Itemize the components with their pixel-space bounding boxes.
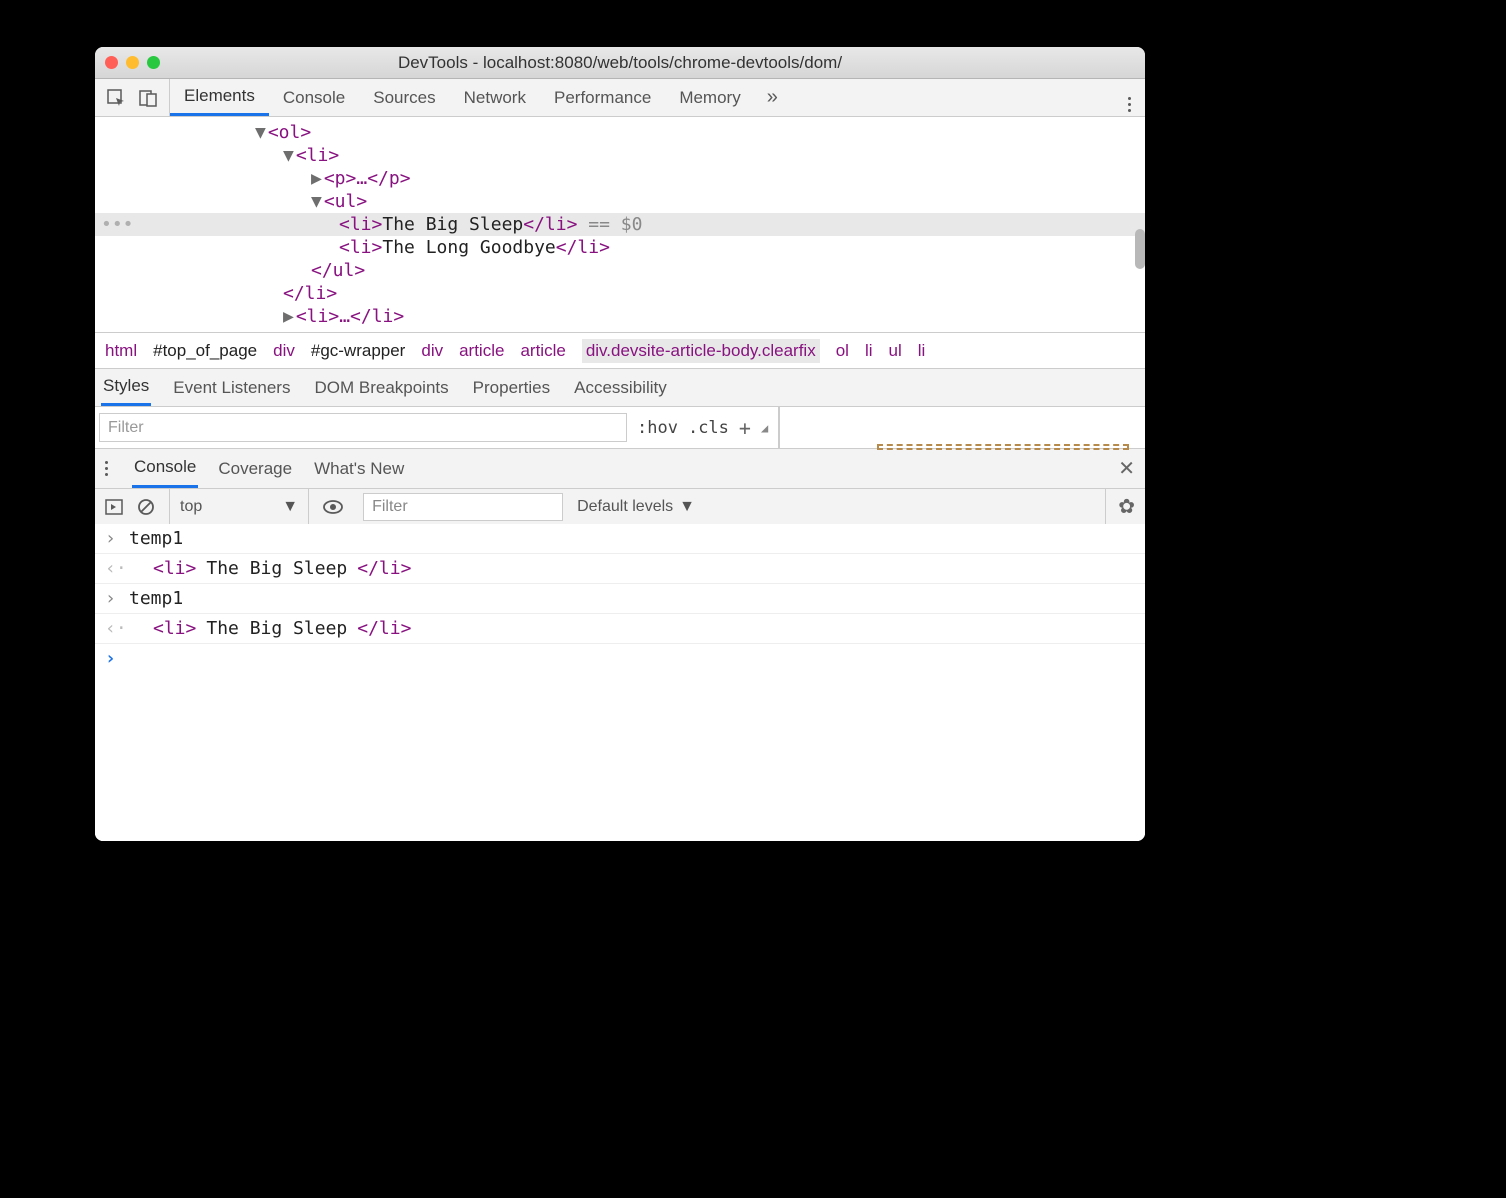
context-label: top: [180, 498, 202, 516]
more-tabs-icon[interactable]: »: [755, 86, 790, 109]
console-line: ›temp1: [95, 584, 1145, 614]
inspect-icon[interactable]: [107, 89, 125, 107]
breadcrumb-item[interactable]: div: [421, 341, 443, 361]
minimize-window-button[interactable]: [126, 56, 139, 69]
console-body[interactable]: ›temp1‹·<li>The Big Sleep</li>›temp1‹·<l…: [95, 524, 1145, 841]
drawer-tab-what-s-new[interactable]: What's New: [312, 449, 406, 488]
breadcrumb-item[interactable]: ol: [836, 341, 849, 361]
dom-node[interactable]: ▶<li>…</li>: [95, 305, 1145, 328]
tab-console[interactable]: Console: [269, 79, 359, 116]
zoom-window-button[interactable]: [147, 56, 160, 69]
dom-node[interactable]: <li>The Long Goodbye</li>: [95, 236, 1145, 259]
traffic-lights: [105, 56, 160, 69]
console-settings-icon[interactable]: ✿: [1105, 489, 1135, 524]
context-selector[interactable]: top ▼: [169, 489, 309, 524]
breadcrumb-item[interactable]: div.devsite-article-body.clearfix: [582, 339, 820, 363]
breadcrumb-item[interactable]: li: [918, 341, 926, 361]
drawer-menu-icon[interactable]: [105, 461, 108, 476]
breadcrumb-item[interactable]: li: [865, 341, 873, 361]
breadcrumb-item[interactable]: div: [273, 341, 295, 361]
breadcrumb-item[interactable]: article: [520, 341, 565, 361]
drawer-tab-console[interactable]: Console: [132, 449, 198, 488]
main-menu-icon[interactable]: [1114, 83, 1145, 112]
close-window-button[interactable]: [105, 56, 118, 69]
close-drawer-icon[interactable]: ✕: [1118, 456, 1135, 481]
tab-performance[interactable]: Performance: [540, 79, 665, 116]
drawer-tabstrip: Console Coverage What's New ✕: [95, 448, 1145, 488]
console-line: ‹·<li>The Big Sleep</li>: [95, 554, 1145, 584]
clear-console-icon[interactable]: [137, 498, 155, 516]
console-filter-input[interactable]: Filter: [363, 493, 563, 521]
log-levels-selector[interactable]: Default levels ▼: [577, 498, 695, 516]
content-area: ▼<ol>▼<li>▶<p>…</p>▼<ul>•••<li>The Big S…: [95, 117, 1145, 841]
styles-filter-row: Filter :hov .cls + ◢: [95, 406, 1145, 448]
row-actions-icon[interactable]: •••: [101, 214, 134, 235]
new-style-rule-icon[interactable]: +: [739, 416, 751, 440]
drawer-tab-coverage[interactable]: Coverage: [216, 449, 294, 488]
styles-tab-accessibility[interactable]: Accessibility: [572, 369, 669, 406]
dom-node[interactable]: </ul>: [95, 259, 1145, 282]
main-tabstrip: ElementsConsoleSourcesNetworkPerformance…: [95, 79, 1145, 117]
tab-elements[interactable]: Elements: [170, 79, 269, 116]
tab-network[interactable]: Network: [450, 79, 540, 116]
device-toggle-icon[interactable]: [139, 89, 157, 107]
breadcrumb-item[interactable]: #top_of_page: [153, 341, 257, 361]
cls-toggle[interactable]: .cls: [688, 418, 729, 438]
tab-memory[interactable]: Memory: [665, 79, 754, 116]
dom-tree[interactable]: ▼<ol>▼<li>▶<p>…</p>▼<ul>•••<li>The Big S…: [95, 117, 1145, 332]
toolbar-left: [95, 79, 170, 116]
breadcrumb-item[interactable]: html: [105, 341, 137, 361]
console-line[interactable]: ›: [95, 644, 1145, 673]
titlebar: DevTools - localhost:8080/web/tools/chro…: [95, 47, 1145, 79]
styles-tab-styles[interactable]: Styles: [101, 369, 151, 406]
console-sidebar-toggle-icon[interactable]: [105, 498, 123, 516]
console-toolbar: top ▼ Filter Default levels ▼ ✿: [95, 488, 1145, 524]
devtools-window: DevTools - localhost:8080/web/tools/chro…: [95, 47, 1145, 841]
dom-node[interactable]: ▼<li>: [95, 144, 1145, 167]
styles-tabstrip: Styles Event Listeners DOM Breakpoints Prop…: [95, 368, 1145, 406]
styles-tab-dom-breakpoints[interactable]: DOM Breakpoints: [312, 369, 450, 406]
live-expression-icon[interactable]: [323, 500, 343, 514]
dom-node[interactable]: ▶<p>…</p>: [95, 167, 1145, 190]
breadcrumb-bar: html #top_of_page div #gc-wrapper div article…: [95, 332, 1145, 368]
tab-sources[interactable]: Sources: [359, 79, 449, 116]
dom-node[interactable]: </li>: [95, 282, 1145, 305]
breadcrumb-item[interactable]: #gc-wrapper: [311, 341, 406, 361]
styles-filter-input[interactable]: Filter: [99, 413, 627, 442]
styles-tab-event-listeners[interactable]: Event Listeners: [171, 369, 292, 406]
window-title: DevTools - localhost:8080/web/tools/chro…: [95, 53, 1145, 73]
scrollbar-thumb[interactable]: [1135, 229, 1145, 269]
breadcrumb-item[interactable]: article: [459, 341, 504, 361]
console-line: ›temp1: [95, 524, 1145, 554]
dom-node[interactable]: ▼<ul>: [95, 190, 1145, 213]
styles-toggle-group: :hov .cls + ◢: [627, 407, 779, 448]
chevron-down-icon: ▼: [679, 498, 695, 516]
hov-toggle[interactable]: :hov: [637, 418, 678, 438]
chevron-down-icon: ▼: [282, 498, 298, 516]
console-line: ‹·<li>The Big Sleep</li>: [95, 614, 1145, 644]
levels-label: Default levels: [577, 498, 673, 516]
dom-node[interactable]: •••<li>The Big Sleep</li> == $0: [95, 213, 1145, 236]
box-model-preview: [779, 407, 1145, 448]
corner-resize-icon[interactable]: ◢: [761, 421, 768, 435]
styles-tab-properties[interactable]: Properties: [471, 369, 552, 406]
breadcrumb-item[interactable]: ul: [889, 341, 902, 361]
dom-node[interactable]: ▼<ol>: [95, 121, 1145, 144]
